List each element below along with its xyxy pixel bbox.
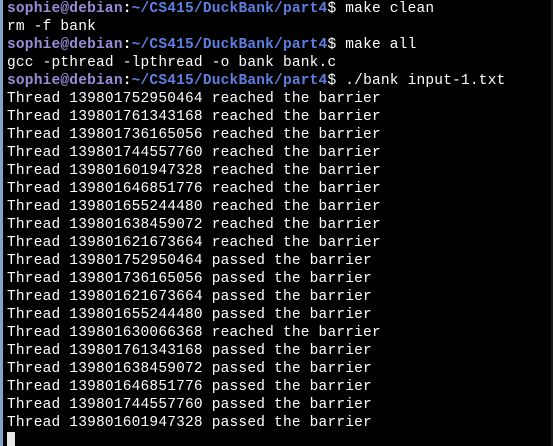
output-line: Thread 139801638459072 reached the barri… (7, 217, 381, 233)
output-line: Thread 139801761343168 passed the barrie… (7, 343, 372, 359)
left-accent-bar (0, 0, 3, 446)
output-line: Thread 139801744557760 passed the barrie… (7, 397, 372, 413)
command-text: ./bank input-1.txt (336, 73, 506, 89)
prompt-user-host: sophie@debian (7, 73, 123, 89)
output-line: Thread 139801638459072 passed the barrie… (7, 361, 372, 377)
prompt-path: ~/CS415/DuckBank/part4 (131, 37, 328, 53)
prompt-line: sophie@debian:~/CS415/DuckBank/part4$ ma… (7, 0, 506, 18)
output-line: Thread 139801736165056 reached the barri… (7, 127, 381, 143)
output-line: Thread 139801761343168 reached the barri… (7, 109, 381, 125)
output-line: Thread 139801655244480 passed the barrie… (7, 307, 372, 323)
prompt-colon: : (122, 73, 132, 89)
output-line: Thread 139801621673664 reached the barri… (7, 235, 381, 251)
output-line: Thread 139801601947328 reached the barri… (7, 163, 381, 179)
prompt-path: ~/CS415/DuckBank/part4 (131, 73, 328, 89)
prompt-path: ~/CS415/DuckBank/part4 (131, 1, 328, 17)
output-line: Thread 139801601947328 passed the barrie… (7, 415, 372, 431)
cursor-line[interactable] (7, 431, 506, 446)
output-line: rm -f bank (7, 19, 97, 35)
terminal-cursor (7, 431, 15, 446)
output-line: Thread 139801630066368 reached the barri… (7, 325, 381, 341)
output-line: Thread 139801621673664 passed the barrie… (7, 289, 372, 305)
terminal-window[interactable]: sophie@debian:~/CS415/DuckBank/part4$ ma… (0, 0, 553, 446)
output-line: Thread 139801744557760 reached the barri… (7, 145, 381, 161)
prompt-line: sophie@debian:~/CS415/DuckBank/part4$ ma… (7, 36, 506, 54)
output-line: Thread 139801646851776 passed the barrie… (7, 379, 372, 395)
terminal-output: sophie@debian:~/CS415/DuckBank/part4$ ma… (7, 0, 506, 446)
prompt-colon: : (122, 37, 132, 53)
prompt-colon: : (122, 1, 132, 17)
command-text: make clean (336, 1, 435, 17)
output-line: Thread 139801655244480 reached the barri… (7, 199, 381, 215)
prompt-line: sophie@debian:~/CS415/DuckBank/part4$ ./… (7, 72, 506, 90)
output-line: Thread 139801752950464 passed the barrie… (7, 253, 372, 269)
output-line: Thread 139801646851776 reached the barri… (7, 181, 381, 197)
prompt-user-host: sophie@debian (7, 1, 123, 17)
output-line: Thread 139801736165056 passed the barrie… (7, 271, 372, 287)
output-line: Thread 139801752950464 reached the barri… (7, 91, 381, 107)
command-text: make all (336, 37, 417, 53)
output-line: gcc -pthread -lpthread -o bank bank.c (7, 55, 337, 71)
prompt-user-host: sophie@debian (7, 37, 123, 53)
